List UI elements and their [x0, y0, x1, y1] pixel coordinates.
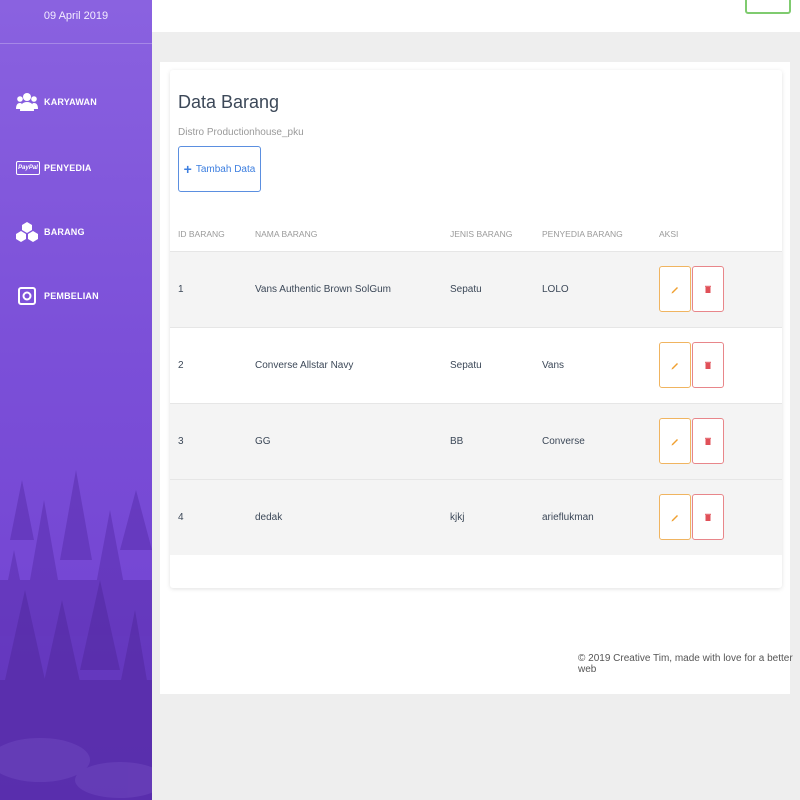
- cell-jenis: Sepatu: [450, 360, 482, 371]
- pencil-icon: [671, 287, 678, 294]
- column-header-id: ID BARANG: [178, 229, 225, 239]
- sidebar-item-label: BARANG: [44, 227, 85, 237]
- pencil-icon: [671, 439, 678, 446]
- table-row: 1 Vans Authentic Brown SolGum Sepatu LOL…: [170, 251, 782, 327]
- cell-jenis: kjkj: [450, 512, 465, 523]
- column-header-nama: NAMA BARANG: [255, 229, 318, 239]
- pencil-icon: [671, 363, 678, 370]
- column-header-jenis: JENIS BARANG: [450, 229, 513, 239]
- delete-button[interactable]: [692, 342, 724, 388]
- cell-id: 3: [178, 436, 184, 447]
- sidebar: 09 April 2019 KARYAWAN PayPal PENYEDIA B…: [0, 0, 152, 800]
- top-navbar: [152, 0, 800, 32]
- column-header-aksi: AKSI: [659, 229, 679, 239]
- paypal-icon: PayPal: [16, 157, 40, 179]
- cell-penyedia: Converse: [542, 436, 585, 447]
- cell-id: 1: [178, 284, 184, 295]
- delete-button[interactable]: [692, 494, 724, 540]
- forest-background: [0, 470, 152, 800]
- cubes-icon: [16, 221, 38, 243]
- cell-nama: Vans Authentic Brown SolGum: [255, 284, 391, 295]
- sidebar-item-karyawan[interactable]: KARYAWAN: [0, 84, 152, 120]
- edit-button[interactable]: [659, 494, 691, 540]
- column-header-penyedia: PENYEDIA BARANG: [542, 229, 623, 239]
- sidebar-item-label: PENYEDIA: [44, 163, 92, 173]
- cell-nama: Converse Allstar Navy: [255, 360, 354, 371]
- trash-icon: [705, 437, 711, 445]
- table-row: 3 GG BB Converse: [170, 403, 782, 479]
- card-subtitle: Distro Productionhouse_pku: [178, 127, 304, 138]
- edit-button[interactable]: [659, 418, 691, 464]
- table-row: 2 Converse Allstar Navy Sepatu Vans: [170, 327, 782, 403]
- trash-icon: [705, 285, 711, 293]
- pencil-icon: [671, 515, 678, 522]
- footer-copyright: © 2019 Creative Tim, made with love for …: [578, 653, 793, 675]
- trash-icon: [705, 361, 711, 369]
- navbar-button[interactable]: [745, 0, 791, 14]
- add-data-button[interactable]: + Tambah Data: [178, 146, 261, 192]
- sidebar-item-barang[interactable]: BARANG: [0, 214, 152, 250]
- cell-penyedia: arieflukman: [542, 512, 594, 523]
- sidebar-item-pembelian[interactable]: PEMBELIAN: [0, 278, 152, 314]
- edit-button[interactable]: [659, 342, 691, 388]
- wallet-icon: [16, 285, 38, 307]
- sidebar-item-label: PEMBELIAN: [44, 291, 99, 301]
- cell-penyedia: LOLO: [542, 284, 569, 295]
- add-data-label: Tambah Data: [195, 163, 256, 175]
- cell-id: 4: [178, 512, 184, 523]
- delete-button[interactable]: [692, 266, 724, 312]
- users-icon: [16, 91, 38, 113]
- sidebar-item-penyedia[interactable]: PayPal PENYEDIA: [0, 150, 152, 186]
- edit-button[interactable]: [659, 266, 691, 312]
- cell-jenis: Sepatu: [450, 284, 482, 295]
- sidebar-item-label: KARYAWAN: [44, 97, 97, 107]
- cell-nama: dedak: [255, 512, 283, 523]
- plus-icon: +: [183, 161, 192, 177]
- card-title: Data Barang: [178, 92, 280, 112]
- sidebar-date: 09 April 2019: [43, 10, 109, 22]
- cell-nama: GG: [255, 436, 271, 447]
- cell-penyedia: Vans: [542, 360, 565, 371]
- cell-jenis: BB: [450, 436, 464, 447]
- trash-icon: [705, 513, 711, 521]
- table-row: 4 dedak kjkj arieflukman: [170, 479, 782, 555]
- cell-id: 2: [178, 360, 184, 371]
- sidebar-divider: [0, 43, 152, 44]
- delete-button[interactable]: [692, 418, 724, 464]
